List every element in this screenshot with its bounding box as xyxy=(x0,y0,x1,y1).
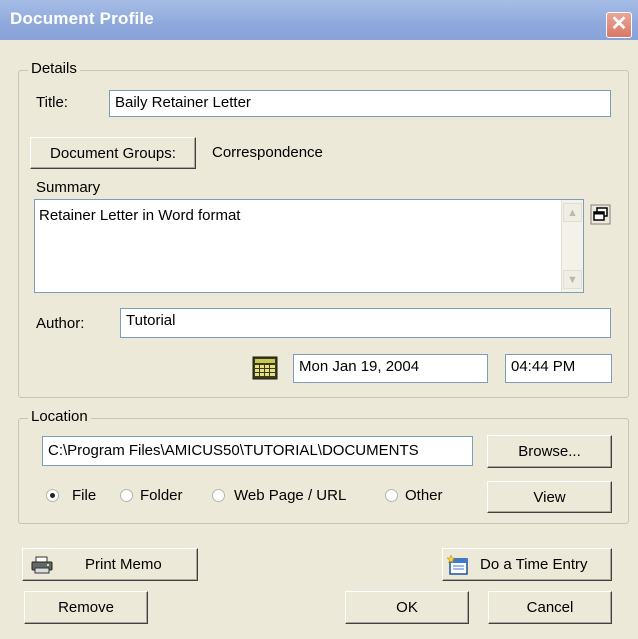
time-entry-label: Do a Time Entry xyxy=(480,556,588,573)
location-path-field[interactable]: C:\Program Files\AMICUS50\TUTORIAL\DOCUM… xyxy=(42,436,473,466)
radio-webpage[interactable] xyxy=(212,489,225,502)
radio-webpage-option[interactable]: Web Page / URL xyxy=(210,486,360,506)
summary-text: Retainer Letter in Word format xyxy=(39,207,241,224)
title-field[interactable]: Baily Retainer Letter xyxy=(109,90,611,117)
document-groups-button[interactable]: Document Groups: xyxy=(30,137,196,169)
radio-folder-option[interactable]: Folder xyxy=(118,486,198,506)
radio-other-label: Other xyxy=(405,487,443,504)
summary-field[interactable]: Retainer Letter in Word format ▲ ▼ xyxy=(34,199,584,293)
title-label: Title: xyxy=(36,94,68,111)
date-field[interactable]: Mon Jan 19, 2004 xyxy=(293,354,488,383)
ok-button[interactable]: OK xyxy=(345,591,469,624)
time-entry-button[interactable]: Do a Time Entry xyxy=(442,548,612,581)
summary-label: Summary xyxy=(36,179,101,196)
calendar-icon[interactable] xyxy=(252,356,278,380)
printer-icon xyxy=(31,556,53,574)
browse-button[interactable]: Browse... xyxy=(487,435,612,468)
radio-other-option[interactable]: Other xyxy=(383,486,463,506)
remove-button[interactable]: Remove xyxy=(24,591,148,624)
radio-folder-label: Folder xyxy=(140,487,183,504)
author-label: Author: xyxy=(36,315,85,332)
time-field[interactable]: 04:44 PM xyxy=(505,354,612,383)
cancel-button[interactable]: Cancel xyxy=(488,591,612,624)
radio-file-label: File xyxy=(72,487,97,504)
details-legend: Details xyxy=(28,60,80,77)
time-entry-icon xyxy=(446,554,469,575)
window-title: Document Profile xyxy=(10,9,154,28)
radio-folder[interactable] xyxy=(120,489,133,502)
radio-file-option[interactable]: File xyxy=(44,486,114,506)
radio-webpage-label: Web Page / URL xyxy=(234,487,347,504)
radio-other[interactable] xyxy=(385,489,398,502)
expand-window-icon[interactable] xyxy=(590,204,611,225)
print-memo-label: Print Memo xyxy=(85,556,162,573)
scroll-down-arrow[interactable]: ▼ xyxy=(563,270,582,289)
close-icon: ✕ xyxy=(610,13,628,35)
scroll-up-arrow[interactable]: ▲ xyxy=(563,203,582,222)
document-groups-value: Correspondence xyxy=(212,144,323,161)
location-legend: Location xyxy=(28,408,91,425)
summary-scrollbar[interactable]: ▲ ▼ xyxy=(561,200,583,292)
close-button[interactable]: ✕ xyxy=(606,12,632,38)
author-field[interactable]: Tutorial xyxy=(120,308,611,338)
view-button[interactable]: View xyxy=(487,481,612,513)
radio-file[interactable] xyxy=(46,489,59,502)
print-memo-button[interactable]: Print Memo xyxy=(22,548,198,581)
